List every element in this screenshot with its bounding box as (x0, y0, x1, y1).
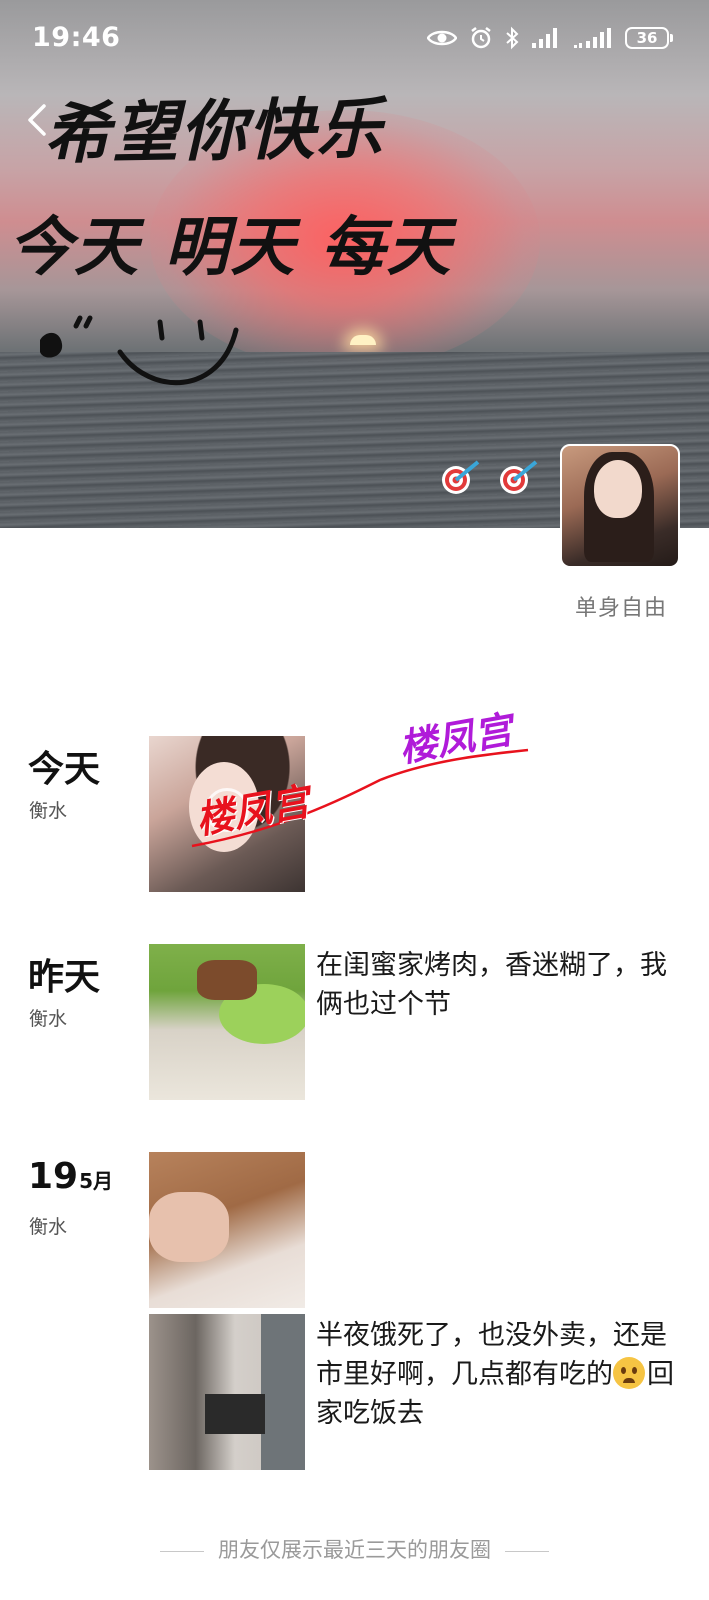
eye-icon (427, 30, 457, 46)
thumb-meat (197, 960, 257, 1000)
thumb-curtain (261, 1314, 305, 1470)
status-icons: 36 (427, 26, 673, 50)
sun (350, 335, 376, 345)
divider (160, 1550, 204, 1552)
thumb-hand (149, 1192, 229, 1262)
feed-location: 衡水 (29, 1216, 68, 1238)
dart-emoji-group (440, 456, 542, 496)
feed-end-note: 朋友仅展示最近三天的朋友圈 (0, 1534, 709, 1564)
divider (505, 1550, 549, 1552)
cover-handwriting-line1: 希望你快乐 (43, 89, 385, 173)
alarm-icon (471, 27, 491, 49)
thumb-desk (205, 1394, 265, 1434)
post-text[interactable]: 半夜饿死了，也没外卖，还是市里好啊，几点都有吃的 回家吃饭去 (316, 1316, 686, 1433)
post-thumbnail-photo[interactable] (149, 1314, 305, 1470)
profile-signature: 单身自由 (574, 596, 667, 621)
profile-avatar[interactable] (560, 444, 680, 568)
feed-date: 195月 (28, 1156, 113, 1197)
avatar-face (594, 460, 642, 518)
post-thumbnail-photo[interactable] (149, 1152, 305, 1308)
smiley-doodle-icon (40, 315, 239, 386)
post-text[interactable]: 在闺蜜家烤肉，香迷糊了，我俩也过个节 (316, 946, 686, 1024)
battery-indicator: 36 (625, 27, 673, 49)
signal-icon (574, 28, 611, 48)
post-thumbnail-photo[interactable] (149, 944, 305, 1100)
status-bar: 19:46 36 (0, 0, 709, 80)
dart-target-icon (442, 460, 480, 494)
bluetooth-icon (506, 26, 519, 50)
cover-handwriting-line2: 今天 明天 每天 (8, 210, 453, 285)
feed-end-text: 朋友仅展示最近三天的朋友圈 (218, 1538, 491, 1562)
signal-icon (532, 28, 557, 48)
feed-date-yesterday: 昨天 (28, 957, 101, 998)
back-chevron-icon[interactable] (20, 100, 56, 140)
feed-location: 衡水 (29, 800, 68, 822)
feed-location: 衡水 (29, 1008, 68, 1030)
feed-date-today: 今天 (28, 749, 101, 790)
feed-day-number: 19 (28, 1156, 79, 1197)
crying-emoji-icon (613, 1357, 645, 1389)
feed-month: 5月 (79, 1169, 114, 1193)
status-time: 19:46 (32, 22, 121, 53)
dart-target-icon (500, 460, 538, 494)
